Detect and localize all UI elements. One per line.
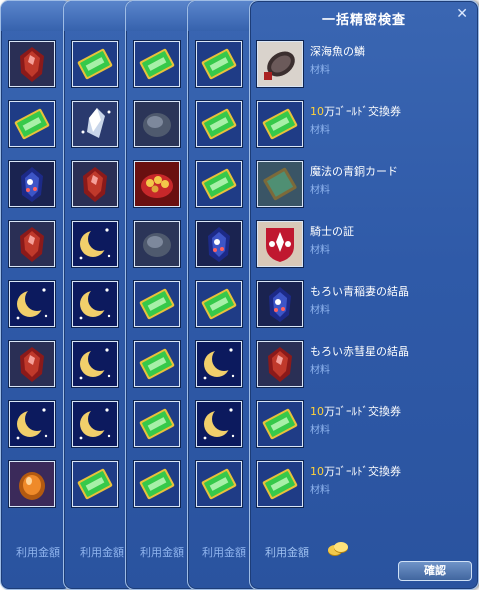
moon-icon: [196, 341, 242, 387]
red-gem-icon: [257, 341, 303, 387]
emblem-icon: [257, 221, 303, 267]
close-icon[interactable]: ✕: [456, 6, 468, 22]
fee-label: 利用金額: [265, 546, 309, 559]
red-gem-icon: [72, 161, 118, 207]
item-name: 10万ｺﾞｰﾙﾄﾞ交換券: [310, 463, 401, 479]
item-category: 材料: [310, 305, 330, 316]
item-name-text: 深海魚の鱗: [310, 45, 365, 58]
red-gem-icon: [9, 41, 55, 87]
item-name-text: もろい赤彗星の結晶: [310, 345, 409, 358]
item-name: もろい青稲妻の結晶: [310, 283, 409, 299]
card-icon: [257, 161, 303, 207]
moon-icon: [196, 401, 242, 447]
item-name-highlight: 10: [310, 105, 324, 118]
item-name: 10万ｺﾞｰﾙﾄﾞ交換券: [310, 403, 401, 419]
fee-label: 利用金額: [16, 546, 60, 559]
item-category: 材料: [310, 65, 330, 76]
inspection-panel-1: 利用金額: [0, 0, 72, 590]
item-name-text: 万ｺﾞｰﾙﾄﾞ交換券: [324, 105, 401, 118]
confirm-button[interactable]: 確認: [398, 561, 472, 581]
item-row: 深海魚の鱗 材料: [250, 41, 478, 99]
red-gem-icon: [9, 341, 55, 387]
blue-gem-icon: [9, 161, 55, 207]
item-row: もろい青稲妻の結晶 材料: [250, 281, 478, 339]
dialog-title: 一括精密検査: [321, 13, 406, 28]
fee-label: 利用金額: [80, 546, 124, 559]
item-row: 魔法の青銅カード 材料: [250, 161, 478, 219]
item-name: 深海魚の鱗: [310, 43, 365, 59]
bulk-inspection-dialog: 一括精密検査 ✕ 深海魚の鱗 材料 10万ｺﾞｰﾙﾄﾞ交換券 材料 魔法の青銅カード 材料…: [249, 0, 479, 590]
gold-ticket-icon: [9, 101, 55, 147]
gold-ticket-icon: [196, 161, 242, 207]
item-row: 10万ｺﾞｰﾙﾄﾞ交換券材料: [250, 461, 478, 519]
item-name-highlight: 10: [310, 405, 324, 418]
gold-ticket-icon: [72, 461, 118, 507]
scale-icon: [257, 41, 303, 87]
moon-icon: [72, 401, 118, 447]
gold-ticket-icon: [196, 41, 242, 87]
gold-ticket-icon: [196, 281, 242, 327]
moon-icon: [9, 281, 55, 327]
panel-header: [1, 1, 71, 31]
item-name-text: 万ｺﾞｰﾙﾄﾞ交換券: [324, 405, 401, 418]
item-category: 材料: [310, 425, 330, 436]
gold-ticket-icon: [134, 341, 180, 387]
item-category: 材料: [310, 185, 330, 196]
item-category: 材料: [310, 485, 330, 496]
item-name-text: 万ｺﾞｰﾙﾄﾞ交換券: [324, 465, 401, 478]
item-name-text: もろい青稲妻の結晶: [310, 285, 409, 298]
item-row: 10万ｺﾞｰﾙﾄﾞ交換券材料: [250, 401, 478, 459]
item-category: 材料: [310, 245, 330, 256]
gold-ticket-icon: [257, 461, 303, 507]
item-category: 材料: [310, 125, 330, 136]
moon-icon: [72, 341, 118, 387]
item-name: 10万ｺﾞｰﾙﾄﾞ交換券: [310, 103, 401, 119]
treasure-icon: [134, 161, 180, 207]
item-row: 10万ｺﾞｰﾙﾄﾞ交換券材料: [250, 101, 478, 159]
coin-icon: [328, 542, 348, 556]
gold-ticket-icon: [134, 461, 180, 507]
moon-icon: [72, 281, 118, 327]
fee-label: 利用金額: [202, 546, 246, 559]
orange-gem-icon: [9, 461, 55, 507]
item-name-text: 騎士の証: [310, 225, 354, 238]
stone-icon: [134, 101, 180, 147]
gold-ticket-icon: [134, 401, 180, 447]
item-name: 魔法の青銅カード: [310, 163, 398, 179]
gold-ticket-icon: [196, 101, 242, 147]
gold-ticket-icon: [196, 461, 242, 507]
item-category: 材料: [310, 365, 330, 376]
gold-ticket-icon: [134, 281, 180, 327]
red-gem-icon: [9, 221, 55, 267]
moon-icon: [72, 221, 118, 267]
stone-icon: [134, 221, 180, 267]
gold-ticket-icon: [134, 41, 180, 87]
item-name: もろい赤彗星の結晶: [310, 343, 409, 359]
item-name: 騎士の証: [310, 223, 354, 239]
gold-ticket-icon: [257, 401, 303, 447]
item-name-text: 魔法の青銅カード: [310, 165, 398, 178]
item-row: 騎士の証 材料: [250, 221, 478, 279]
blue-gem-icon: [257, 281, 303, 327]
moon-icon: [9, 401, 55, 447]
blue-gem-icon: [196, 221, 242, 267]
item-row: もろい赤彗星の結晶 材料: [250, 341, 478, 399]
fee-label: 利用金額: [140, 546, 184, 559]
gold-ticket-icon: [72, 41, 118, 87]
crystal-icon: [72, 101, 118, 147]
gold-ticket-icon: [257, 101, 303, 147]
item-name-highlight: 10: [310, 465, 324, 478]
